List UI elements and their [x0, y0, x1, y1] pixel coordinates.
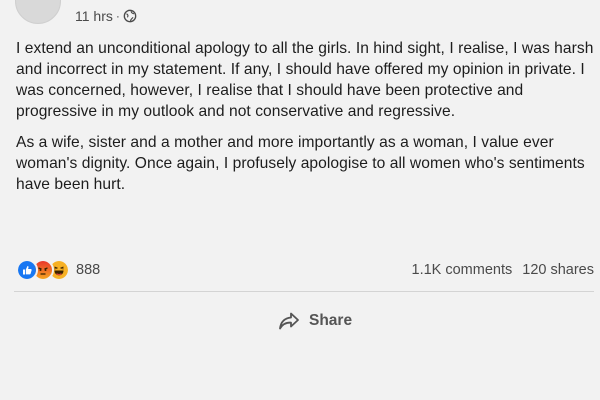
share-button[interactable]: Share — [278, 308, 352, 334]
post-timestamp[interactable]: 11 hrs — [75, 8, 113, 24]
reaction-icons — [16, 259, 70, 281]
share-icon — [279, 312, 299, 330]
engagement-counts: 1.1K comments 120 shares — [412, 260, 595, 280]
divider — [14, 291, 594, 292]
reaction-count[interactable]: 888 — [76, 262, 100, 278]
shares-count[interactable]: 120 shares — [522, 262, 594, 278]
post-content: I extend an unconditional apology to all… — [16, 38, 594, 205]
post-paragraph-1: I extend an unconditional apology to all… — [16, 40, 594, 120]
like-icon — [16, 259, 38, 281]
globe-icon[interactable] — [123, 9, 137, 23]
share-label: Share — [309, 312, 353, 329]
avatar[interactable] — [15, 0, 61, 24]
post-meta: 11 hrs · — [75, 7, 137, 25]
facebook-post: 11 hrs · I extend an unconditional apolo… — [0, 0, 600, 400]
post-paragraph-2: As a wife, sister and a mother and more … — [16, 134, 585, 193]
comments-count[interactable]: 1.1K comments — [412, 262, 513, 278]
meta-separator: · — [115, 9, 120, 23]
reactions-summary[interactable]: 888 — [16, 259, 100, 281]
